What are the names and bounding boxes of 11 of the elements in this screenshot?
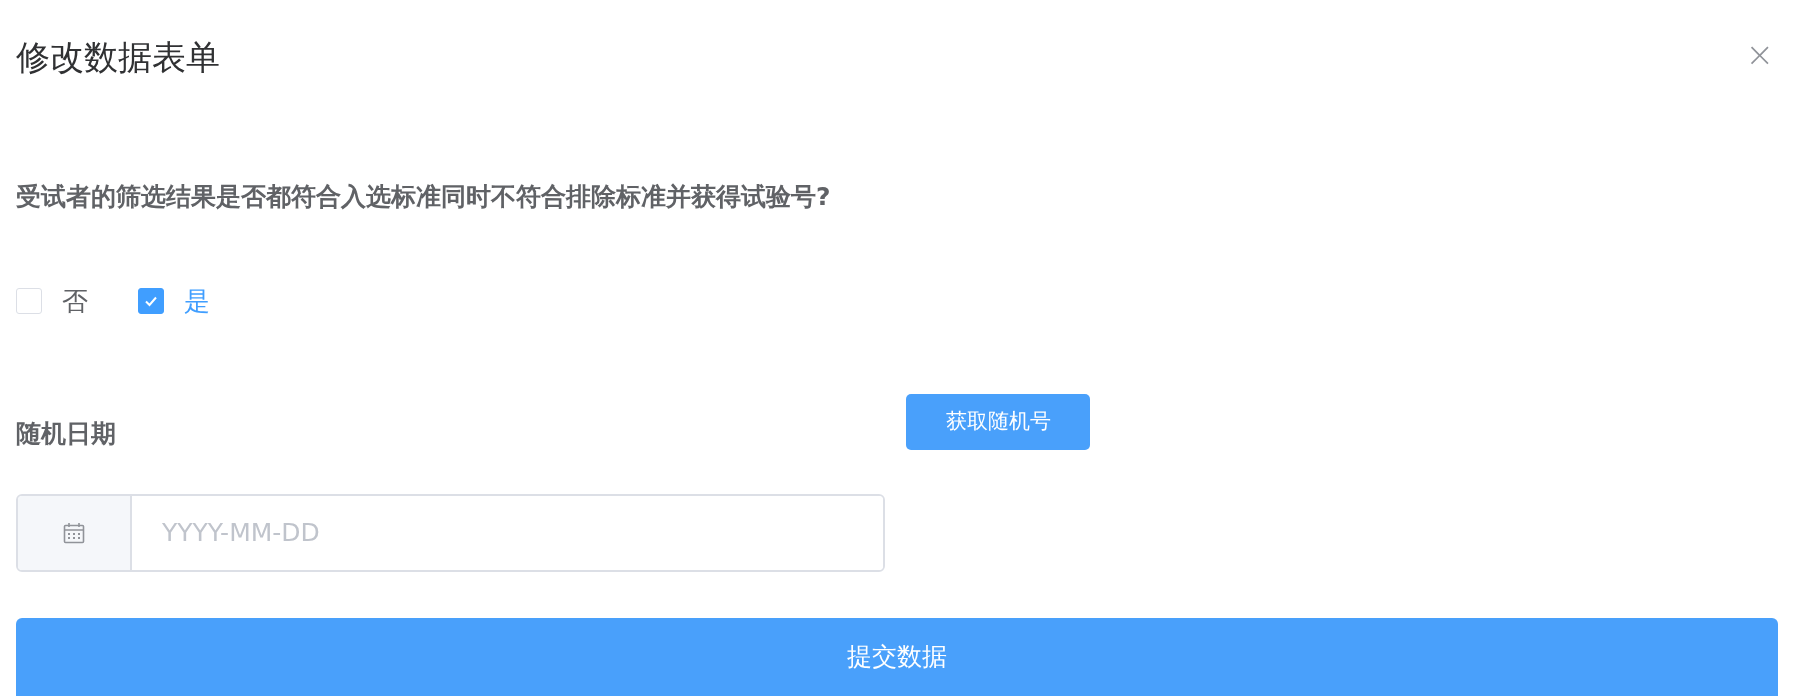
field-label: 随机日期: [16, 418, 117, 451]
dialog-title: 修改数据表单: [16, 37, 220, 77]
question-text: 受试者的筛选结果是否都符合入选标准同时不符合排除标准并获得试验号?: [16, 182, 832, 212]
checkbox[interactable]: [138, 288, 164, 314]
close-button[interactable]: ×: [1741, 37, 1778, 71]
random-number-button[interactable]: 获取随机号: [906, 394, 1090, 450]
submit-button[interactable]: 提交数据: [16, 618, 1778, 696]
option-label: 否: [62, 284, 88, 318]
option-label: 是: [184, 284, 210, 318]
calendar-icon: [63, 522, 85, 544]
date-field[interactable]: YYYY-MM-DD: [16, 494, 885, 572]
